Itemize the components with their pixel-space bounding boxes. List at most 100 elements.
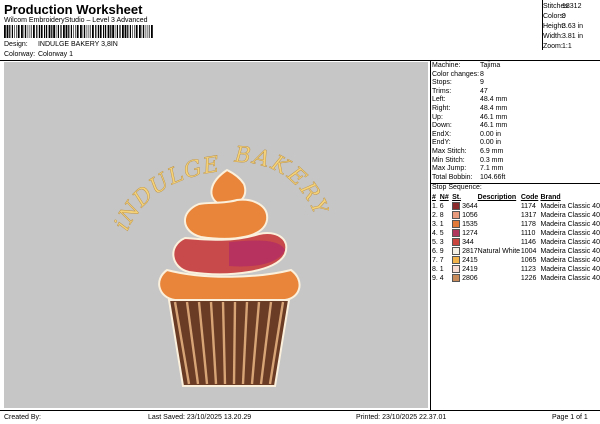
thread-code: 1535 [462,221,478,228]
stop-index: 4. [432,230,438,237]
stat-label: Stitches: [543,3,570,10]
parameter-row: Total Bobbin: 104.66ft [432,174,600,183]
color-swatch [452,247,461,256]
stitch-count: 1123 [520,266,536,273]
colorway-name: Colorway 1 [37,51,73,58]
parameter-row: Down: 46.1 mm [432,122,600,131]
parameter-value: 6.9 mm [480,147,504,155]
parameter-value: 0.00 in [480,139,502,147]
thread-brand: Madeira Classic 40 [540,239,600,246]
stitch-count: 1226 [520,275,537,282]
design-preview: iNDULGE BAKERY [4,62,428,408]
stitch-count: 1178 [520,221,536,228]
needle-number: 8 [439,212,444,219]
frosting [158,168,301,301]
thread-brand: Madeira Classic 40 [540,212,600,219]
needle-number: 7 [439,257,444,264]
color-swatch [452,238,461,247]
printed-date: Printed: 23/10/2025 22.37.01 [356,414,447,421]
color-swatch [452,220,461,229]
parameter-value: 0.3 mm [480,156,504,164]
color-swatch [452,274,461,283]
last-saved: Last Saved: 23/10/2025 13.20.29 [148,414,252,421]
parameter-label: Max Jump: [432,165,467,173]
parameter-label: Machine: [432,62,461,69]
parameter-row: EndX: 0.00 in [432,131,600,140]
stats-panel: Stitches:18312 Colors:9 Height:3.63 in Widt… [543,2,599,52]
stop-index: 8. [432,266,438,273]
stop-row: 7. 7 2415 1065 Madeira Classic 40 [432,256,600,265]
parameter-value: 8 [480,70,484,78]
stitch-count: 1146 [520,239,536,246]
parameter-row: Max Jump: 7.1 mm [432,165,600,174]
column-header: # [432,194,436,201]
thread-code: 2806 [462,275,478,282]
color-swatch [452,211,461,220]
stat-value: 3.63 in [562,23,584,30]
parameter-label: EndY: [432,139,451,147]
stop-index: 2. [432,212,438,219]
needle-number: 3 [439,239,444,246]
parameter-row: EndY: 0.00 in [432,139,600,148]
needle-number: 1 [439,221,444,228]
thread-brand: Madeira Classic 40 [540,257,600,264]
parameter-row: Left: 48.4 mm [432,96,600,105]
column-header: Description [477,194,517,201]
stat-row: Height:3.63 in [543,22,599,32]
thread-description: Natural White [477,248,521,255]
stop-row: 4. 5 1274 1110 Madeira Classic 40 [432,229,600,238]
parameter-value: Tajima [480,62,501,69]
stat-label: Height: [543,23,566,30]
stitch-count: 1110 [520,230,536,237]
stop-index: 1. [432,203,438,210]
page-number: Page 1 of 1 [552,414,588,421]
thread-description [478,229,521,238]
parameter-value: 47 [480,87,488,95]
frosting-middle [184,198,269,240]
liner-ridge [232,301,237,385]
created-by: Created By: [4,414,41,421]
stitch-count: 1004 [520,248,537,255]
stop-sequence-table: # N# St. Description Code Brand 1. 6 3644 1174 Ma… [432,193,600,283]
needle-number: 1 [439,266,444,273]
stop-index: 6. [432,248,438,255]
column-header: St. [452,194,462,201]
parameter-row: Right: 48.4 mm [432,105,600,114]
thread-code: 1056 [462,212,478,219]
design-name: INDULGE BAKERY 3,8IN [37,41,118,48]
thread-brand: Madeira Classic 40 [540,203,600,210]
thread-description [478,265,521,274]
color-swatch [452,256,461,265]
thread-brand: Madeira Classic 40 [540,266,600,273]
software-name: Wilcom EmbroideryStudio – Level 3 Advanc… [4,17,148,24]
parameter-label: Up: [432,113,443,121]
parameter-row: Min Stitch: 0.3 mm [432,157,600,166]
stop-index: 7. [432,257,438,264]
parameter-row: Max Stitch: 6.9 mm [432,148,600,157]
stop-row: 1. 6 3644 1174 Madeira Classic 40 [432,202,600,211]
thread-brand: Madeira Classic 40 [540,248,600,255]
parameter-row: Up: 46.1 mm [432,114,600,123]
parameter-label: Total Bobbin: [432,173,473,181]
stat-row: Width:3.81 in [543,32,599,42]
parameter-label: Stops: [432,79,452,87]
needle-number: 9 [439,248,444,255]
stat-value: 9 [562,13,566,20]
thread-description [478,220,521,229]
stat-label: Width: [543,33,563,40]
stop-row: 9. 4 2806 1226 Madeira Classic 40 [432,274,600,283]
colorway-label: Colorway: [4,51,36,58]
stat-value: 18312 [562,3,582,10]
needle-number: 4 [439,275,444,282]
stitch-count: 1174 [520,203,536,210]
needle-number: 6 [439,203,444,210]
color-swatch [452,265,461,274]
footer-divider [0,410,600,411]
machine-parameters: Machine: Tajima Color changes:8 Stops: 9 Trim… [432,62,600,182]
thread-description [478,256,521,265]
colorway-row: Colorway: Colorway 1 [4,51,73,58]
parameter-label: Max Stitch: [432,147,467,155]
stat-row: Colors:9 [543,12,599,22]
needle-number: 5 [439,230,444,237]
parameter-label: Right: [432,104,451,112]
